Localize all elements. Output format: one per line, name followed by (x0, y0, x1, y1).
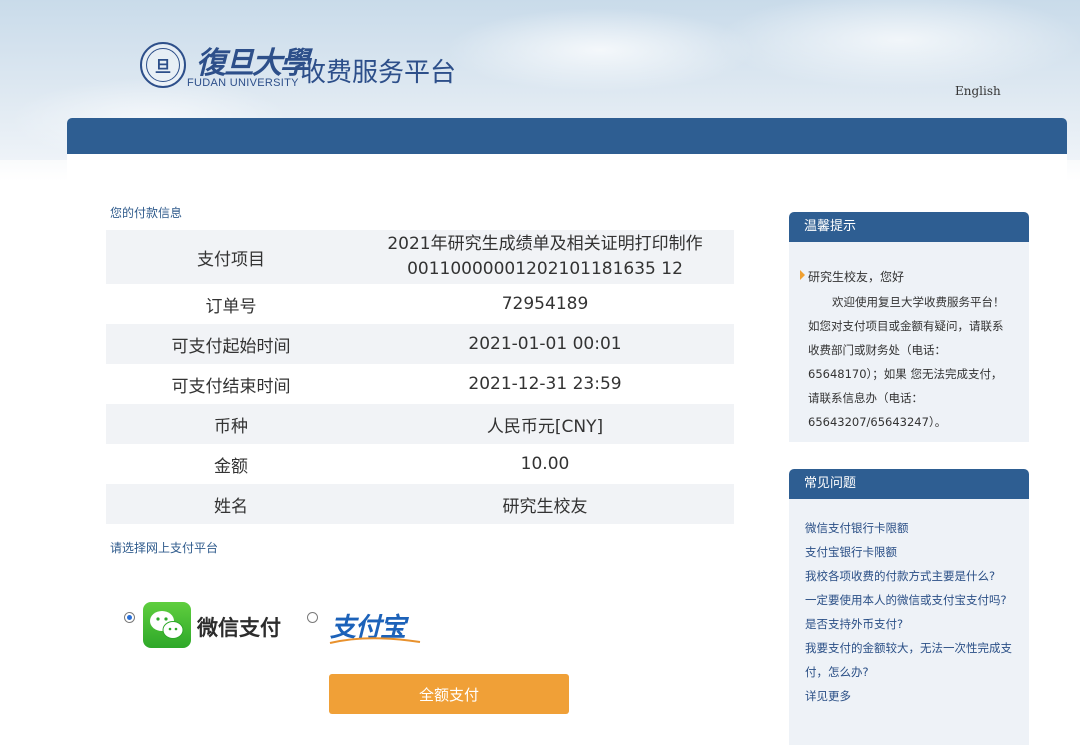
tips-body: 欢迎使用复旦大学收费服务平台！如您对支付项目或金额有疑问，请联系收费部门或财务处… (808, 290, 1013, 434)
payment-info-title: 您的付款信息 (110, 206, 183, 220)
faq-link[interactable]: 是否支持外币支付? (805, 612, 1020, 636)
full-payment-button[interactable]: 全额支付 (329, 674, 569, 714)
row-label: 金额 (214, 456, 248, 477)
table-row: 订单号 72954189 (106, 284, 734, 324)
wechat-pay-radio[interactable] (124, 612, 135, 623)
row-value: 2021年研究生成绩单及相关证明打印制作 0011000000120210118… (356, 230, 734, 284)
table-row: 可支付结束时间 2021-12-31 23:59 (106, 364, 734, 404)
row-label: 支付项目 (106, 230, 356, 284)
tips-header: 温馨提示 (789, 212, 1029, 242)
alipay-swoosh-icon (329, 637, 421, 644)
table-row: 可支付起始时间 2021-01-01 00:01 (106, 324, 734, 364)
payment-info-table: 支付项目 2021年研究生成绩单及相关证明打印制作 00110000001202… (106, 230, 734, 524)
site-header: 旦 復旦大學 FUDAN UNIVERSITY 收费服务平台 English (0, 0, 1080, 118)
faq-list: 微信支付银行卡限额 支付宝银行卡限额 我校各项收费的付款方式主要是什么? 一定要… (805, 516, 1020, 708)
wechat-icon[interactable] (143, 602, 191, 648)
table-row: 支付项目 2021年研究生成绩单及相关证明打印制作 00110000001202… (106, 230, 734, 284)
row-label: 姓名 (106, 484, 356, 524)
university-name-cn: 復旦大學 (196, 46, 310, 81)
amount-value: 10.00 (520, 454, 570, 474)
payment-item-code: 00110000001202101181635 12 (407, 259, 683, 279)
order-number: 72954189 (501, 294, 589, 314)
row-label: 币种 (106, 404, 356, 444)
platform-title: 收费服务平台 (300, 58, 457, 88)
row-label: 可支付结束时间 (171, 376, 291, 397)
row-label: 订单号 (205, 296, 257, 317)
tips-greeting: 研究生校友，您好 (799, 270, 905, 284)
faq-link[interactable]: 支付宝银行卡限额 (805, 540, 1020, 564)
alipay-radio[interactable] (307, 612, 318, 623)
faq-link[interactable]: 我要支付的金额较大，无法一次性完成支付，怎么办? (805, 636, 1020, 684)
wechat-pay-label[interactable]: 微信支付 (197, 612, 281, 642)
seal-glyph: 旦 (146, 48, 180, 82)
platform-select-title: 请选择网上支付平台 (110, 541, 219, 555)
nav-bar (67, 118, 1067, 154)
table-row: 金额 10.00 (106, 444, 734, 484)
tips-body-text: 欢迎使用复旦大学收费服务平台！如您对支付项目或金额有疑问，请联系收费部门或财务处… (808, 295, 1005, 429)
table-row: 币种 人民币元[CNY] (106, 404, 734, 444)
university-name-en: FUDAN UNIVERSITY (187, 77, 299, 89)
currency: 人民币元[CNY] (356, 404, 734, 444)
start-time: 2021-01-01 00:01 (356, 324, 734, 364)
row-label: 可支付起始时间 (106, 324, 356, 364)
faq-link[interactable]: 一定要使用本人的微信或支付宝支付吗? (805, 588, 1020, 612)
faq-header: 常见问题 (789, 469, 1029, 499)
payer-name: 研究生校友 (356, 484, 734, 524)
faq-more-link[interactable]: 详见更多 (805, 684, 1020, 708)
university-seal-icon: 旦 (140, 42, 186, 88)
payment-item-name: 2021年研究生成绩单及相关证明打印制作 (387, 234, 703, 254)
faq-link[interactable]: 微信支付银行卡限额 (805, 516, 1020, 540)
language-switch-link[interactable]: English (955, 84, 1001, 98)
faq-link[interactable]: 我校各项收费的付款方式主要是什么? (805, 564, 1020, 588)
end-time: 2021-12-31 23:59 (468, 374, 622, 394)
table-row: 姓名 研究生校友 (106, 484, 734, 524)
